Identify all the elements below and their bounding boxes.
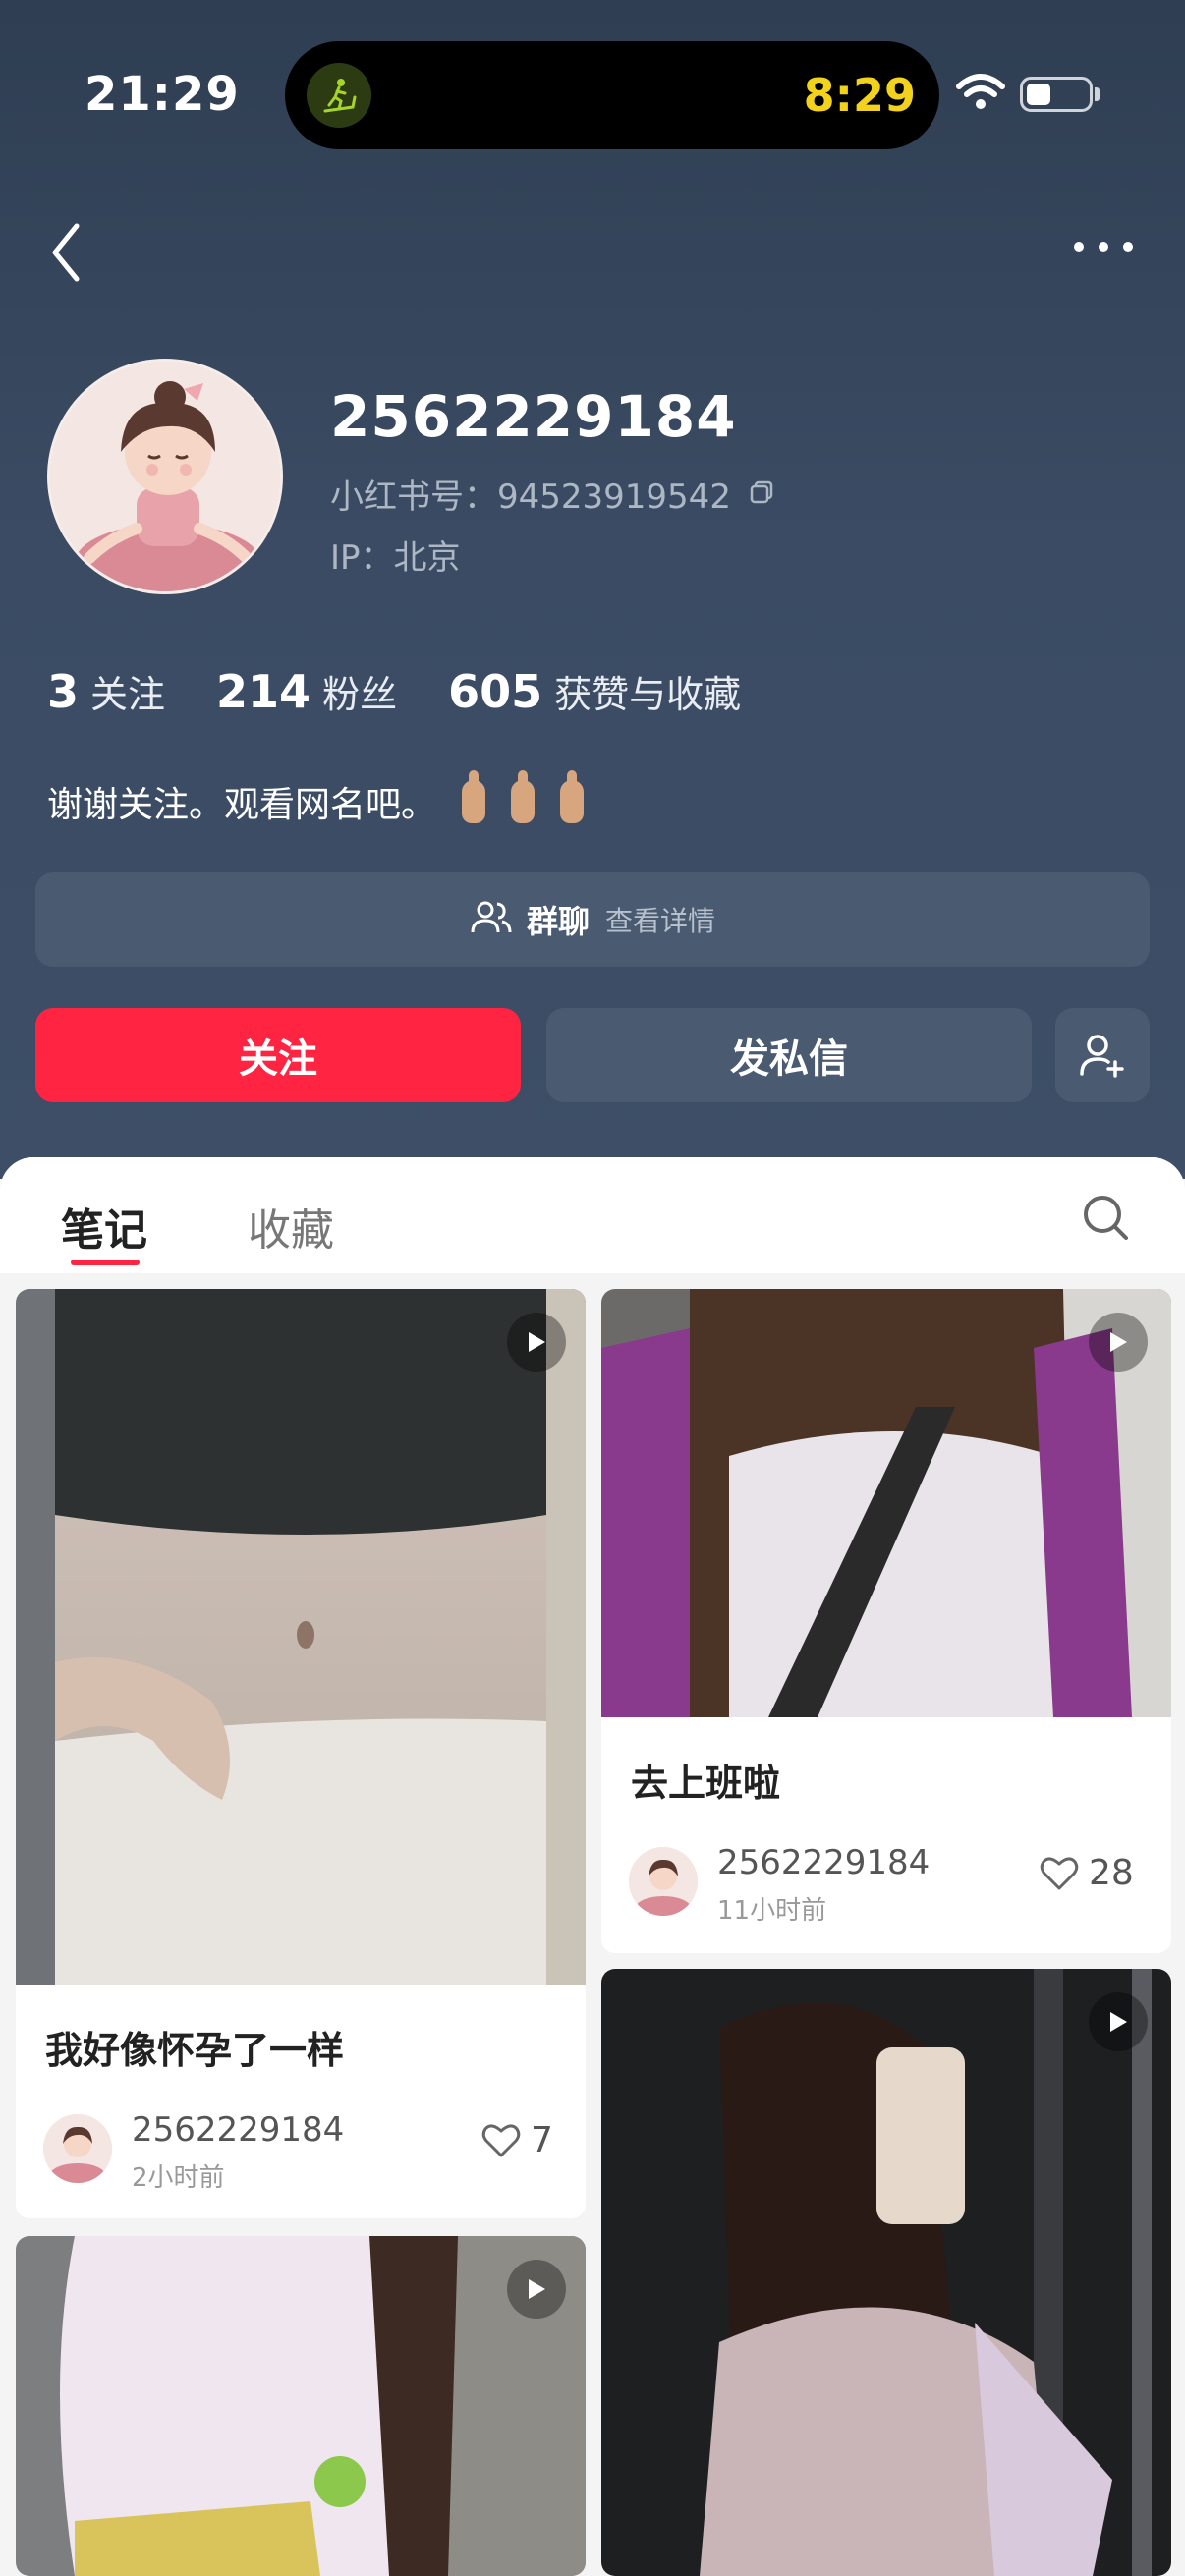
stat-label: 获赞与收藏 (554, 673, 742, 716)
video-play-icon (1089, 1992, 1148, 2051)
add-user-icon (1080, 1035, 1124, 1078)
note-author[interactable]: 2562229184 (132, 2110, 344, 2150)
add-friend-button[interactable] (1055, 1008, 1150, 1102)
battery-icon (1020, 77, 1093, 112)
redbook-id: 小红书号：94523919542 (330, 477, 731, 517)
ip-location: IP：北京 (330, 538, 461, 578)
status-time: 21:29 (85, 67, 240, 122)
more-options-button[interactable] (1071, 232, 1136, 261)
treadmill-icon (307, 63, 371, 128)
tab-notes[interactable]: 笔记 (61, 1195, 147, 1258)
note-card[interactable]: 去上班啦 2562229184 11小时前 28 (601, 1289, 1171, 1953)
note-thumbnail (601, 1289, 1171, 1717)
like-count: 28 (1089, 1853, 1134, 1893)
like-count: 7 (531, 2120, 553, 2160)
note-author[interactable]: 2562229184 (717, 1843, 930, 1882)
group-chat-title: 群聊 (526, 903, 590, 940)
middle-finger-emoji-icon (462, 770, 486, 823)
stat-number: 605 (448, 665, 543, 718)
note-card[interactable] (601, 1969, 1171, 2576)
stat-followers[interactable]: 214 粉丝 (216, 664, 397, 718)
note-title: 去上班啦 (631, 1762, 781, 1805)
profile-avatar[interactable] (47, 359, 283, 594)
stat-likes-collects[interactable]: 605 获赞与收藏 (448, 664, 741, 718)
stat-number: 214 (216, 665, 311, 718)
tab-collections[interactable]: 收藏 (248, 1195, 334, 1258)
note-time: 11小时前 (717, 1896, 827, 1926)
note-thumbnail (601, 1969, 1171, 2576)
dynamic-island[interactable]: 8:29 (285, 41, 939, 149)
stat-label: 粉丝 (322, 673, 398, 716)
profile-bio: 谢谢关注。观看网名吧。 (47, 770, 585, 827)
group-icon (470, 899, 513, 940)
notes-section: 笔记 收藏 我好像怀孕了一样 2562229184 2小时前 7 去上班啦 25… (0, 1157, 1185, 2576)
stat-label: 关注 (90, 673, 166, 716)
back-button[interactable] (47, 218, 86, 287)
middle-finger-emoji-icon (511, 770, 536, 823)
search-icon[interactable] (1081, 1193, 1130, 1246)
group-chat-subtitle: 查看详情 (605, 905, 716, 937)
profile-stats: 3 关注 214 粉丝 605 获赞与收藏 (47, 664, 792, 718)
profile-header: 21:29 8:29 2562229184 小红书号：94523919542 I… (0, 0, 1185, 1179)
battery-tip (1095, 87, 1100, 101)
note-time: 2小时前 (132, 2163, 225, 2193)
author-avatar[interactable] (629, 1847, 698, 1916)
group-chat-bar[interactable]: 群聊 查看详情 (35, 872, 1150, 967)
video-play-icon (507, 1313, 566, 1372)
stat-number: 3 (47, 665, 80, 718)
middle-finger-emoji-icon (560, 770, 585, 823)
heart-icon (1040, 1857, 1079, 1889)
heart-icon (481, 2124, 521, 2156)
follow-button[interactable]: 关注 (35, 1008, 521, 1102)
tab-bar: 笔记 收藏 (0, 1157, 1185, 1273)
note-title: 我好像怀孕了一样 (45, 2029, 345, 2072)
copy-icon[interactable] (749, 475, 774, 514)
author-avatar[interactable] (43, 2114, 112, 2183)
note-card[interactable] (16, 2236, 586, 2576)
send-message-button[interactable]: 发私信 (546, 1008, 1032, 1102)
wifi-icon (955, 73, 1006, 116)
profile-username: 2562229184 (330, 383, 737, 450)
note-card[interactable]: 我好像怀孕了一样 2562229184 2小时前 7 (16, 1289, 586, 2218)
note-thumbnail (16, 2236, 586, 2576)
stat-following[interactable]: 3 关注 (47, 664, 165, 718)
video-play-icon (1089, 1313, 1148, 1372)
like-button[interactable]: 28 (1040, 1853, 1134, 1893)
redbook-id-row: 小红书号：94523919542 (330, 470, 774, 518)
note-thumbnail (16, 1289, 586, 1985)
bio-text: 谢谢关注。观看网名吧。 (47, 785, 437, 825)
video-play-icon (507, 2260, 566, 2319)
active-tab-indicator (71, 1260, 140, 1265)
like-button[interactable]: 7 (481, 2120, 553, 2160)
workout-timer: 8:29 (803, 69, 916, 122)
